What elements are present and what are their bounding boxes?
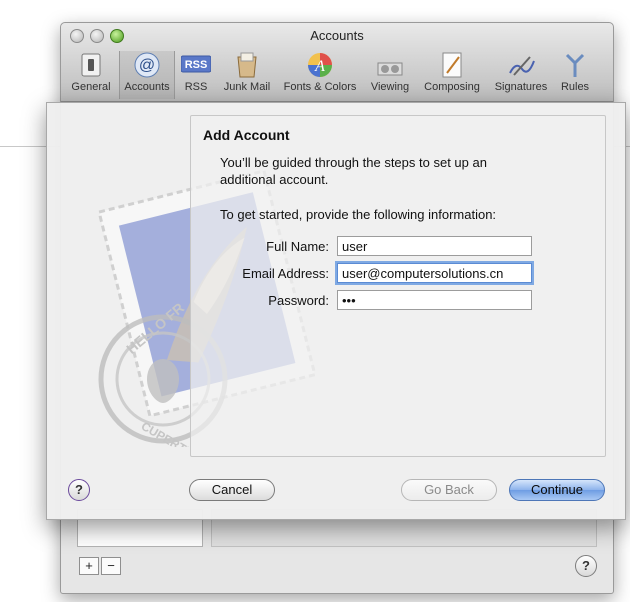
toolbar-item-fonts-colors[interactable]: A Fonts & Colors bbox=[279, 51, 361, 99]
signatures-icon bbox=[509, 56, 535, 76]
password-field[interactable] bbox=[337, 290, 532, 310]
toolbar-item-signatures[interactable]: Signatures bbox=[489, 51, 553, 99]
toolbar-item-accounts[interactable]: @ Accounts bbox=[119, 51, 175, 99]
viewing-icon bbox=[377, 62, 403, 76]
email-label: Email Address: bbox=[242, 266, 329, 281]
full-name-label: Full Name: bbox=[266, 239, 329, 254]
sheet-help-button[interactable]: ? bbox=[68, 479, 90, 501]
toolbar-item-junk-mail[interactable]: Junk Mail bbox=[219, 51, 275, 99]
full-name-field[interactable] bbox=[337, 236, 532, 256]
composing-icon bbox=[442, 52, 462, 78]
svg-text:@: @ bbox=[139, 57, 155, 74]
toolbar-item-label: Viewing bbox=[370, 81, 410, 93]
prompt-text: To get started, provide the following in… bbox=[220, 207, 497, 222]
toolbar-item-general[interactable]: General bbox=[67, 51, 115, 99]
sheet-title: Add Account bbox=[203, 127, 290, 143]
cancel-button[interactable]: Cancel bbox=[189, 479, 275, 501]
toolbar-item-label: General bbox=[71, 81, 111, 93]
toolbar-item-label: Accounts bbox=[124, 81, 170, 93]
toolbar-item-label: Fonts & Colors bbox=[283, 81, 357, 93]
toolbar-item-label: Junk Mail bbox=[223, 81, 271, 93]
add-account-sheet: HELLO FR CUPERTINO Add Account You’ll be… bbox=[46, 102, 626, 520]
svg-text:RSS: RSS bbox=[185, 59, 208, 71]
toolbar-item-composing[interactable]: Composing bbox=[419, 51, 485, 99]
password-label: Password: bbox=[268, 293, 329, 308]
remove-account-button[interactable]: − bbox=[101, 557, 121, 575]
junk-mail-icon bbox=[237, 52, 257, 78]
go-back-button[interactable]: Go Back bbox=[401, 479, 497, 501]
add-account-button[interactable]: + bbox=[79, 557, 99, 575]
window-title: Accounts bbox=[310, 28, 364, 43]
window-toolbar: Accounts General @ Accounts RSS RSS Junk… bbox=[61, 23, 613, 102]
continue-button[interactable]: Continue bbox=[509, 479, 605, 501]
toolbar-item-label: Composing bbox=[424, 81, 480, 93]
svg-text:A: A bbox=[314, 58, 325, 75]
intro-text: You’ll be guided through the steps to se… bbox=[220, 155, 487, 187]
at-sign-icon: @ bbox=[134, 52, 160, 78]
toolbar-item-label: Rules bbox=[560, 81, 590, 93]
fonts-colors-icon: A bbox=[308, 53, 332, 77]
toolbar-item-label: Signatures bbox=[494, 81, 548, 93]
toolbar-item-rss[interactable]: RSS RSS bbox=[177, 51, 215, 99]
email-field[interactable] bbox=[337, 263, 532, 283]
add-account-panel: Add Account You’ll be guided through the… bbox=[190, 115, 606, 457]
toolbar-item-label: RSS bbox=[184, 81, 208, 93]
rules-icon bbox=[565, 53, 585, 77]
toolbar-item-viewing[interactable]: Viewing bbox=[365, 51, 415, 99]
toolbar-item-rules[interactable]: Rules bbox=[555, 51, 595, 99]
rss-icon: RSS bbox=[181, 55, 211, 73]
window-help-button[interactable]: ? bbox=[575, 555, 597, 577]
general-switch-icon bbox=[81, 53, 101, 77]
